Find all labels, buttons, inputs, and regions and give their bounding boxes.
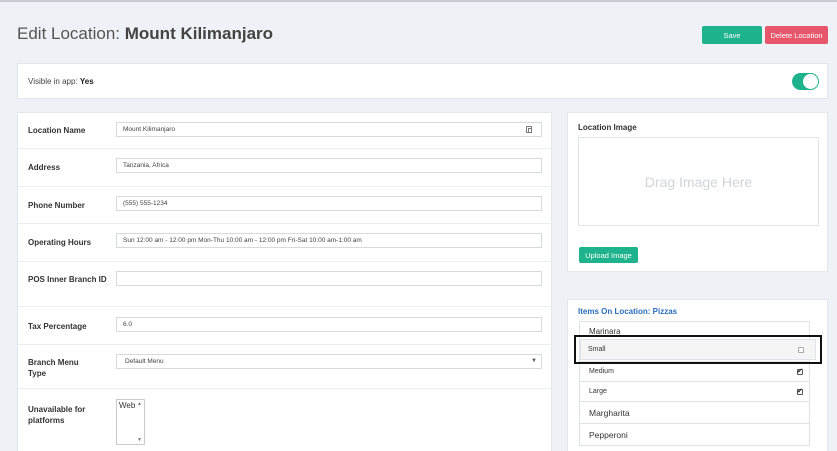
save-button[interactable]: Save	[702, 26, 762, 44]
location-image-panel: Location Image Drag Image Here Upload Im…	[567, 112, 828, 272]
item-label: Large	[589, 388, 607, 395]
item-row-small[interactable]: Small	[579, 342, 810, 362]
tax-percentage-input[interactable]: 6.0	[116, 317, 542, 332]
delete-location-button[interactable]: Delete Location	[765, 26, 828, 44]
form-row-phone: Phone Number (555) 555-1234	[18, 187, 553, 224]
platform-option-web[interactable]: Web	[119, 401, 135, 410]
item-row-pepperoni[interactable]: Pepperoni	[579, 424, 810, 446]
branch-menu-type-select[interactable]: Default Menu ▼	[116, 354, 542, 369]
items-on-location-panel: Items On Location: Pizzas Marinara Small…	[567, 299, 828, 451]
visibility-panel: Visible in app: Yes	[17, 63, 828, 99]
page-title: Edit Location: Mount Kilimanjaro	[17, 24, 273, 44]
location-name-label: Location Name	[28, 126, 86, 135]
form-row-unavailable-platforms: Unavailable for platforms Web ▲ ▼	[18, 389, 553, 451]
item-checkbox-medium[interactable]	[797, 367, 803, 375]
operating-hours-input[interactable]: Sun 12:00 am - 12:00 pm Mon-Thu 10:00 am…	[116, 233, 542, 248]
location-form-panel: Location Name Mount Kilimanjaro Address …	[17, 112, 553, 451]
location-image-title: Location Image	[578, 123, 637, 132]
upload-image-button[interactable]: Upload Image	[579, 247, 638, 263]
scroll-down-icon[interactable]: ▼	[137, 437, 142, 443]
form-row-tax: Tax Percentage 6.0	[18, 307, 553, 345]
tax-percentage-label: Tax Percentage	[28, 322, 87, 331]
page-title-location-name: Mount Kilimanjaro	[124, 24, 274, 43]
toggle-knob	[803, 74, 818, 89]
address-label: Address	[28, 163, 61, 172]
form-row-pos-id: POS Inner Branch ID	[18, 262, 553, 307]
item-row-large[interactable]: Large	[579, 382, 810, 402]
top-border	[0, 0, 837, 2]
phone-number-value: (555) 555-1234	[123, 200, 168, 207]
visible-in-app-text: Visible in app:	[28, 77, 80, 86]
branch-menu-type-value: Default Menu	[125, 358, 164, 365]
item-row-margharita[interactable]: Margharita	[579, 402, 810, 424]
image-dropzone[interactable]: Drag Image Here	[578, 137, 819, 226]
unavailable-platforms-multiselect[interactable]: Web ▲ ▼	[116, 399, 145, 445]
page-title-prefix: Edit Location:	[17, 24, 125, 43]
address-input[interactable]: Tanzania, Africa	[116, 158, 542, 173]
item-checkbox-large[interactable]	[797, 387, 803, 395]
visible-in-app-toggle[interactable]	[792, 73, 819, 90]
form-row-location-name: Location Name Mount Kilimanjaro	[18, 113, 553, 149]
unavailable-for-platforms-label: Unavailable for platforms	[28, 405, 86, 425]
item-row-medium[interactable]: Medium	[579, 362, 810, 382]
pos-inner-branch-id-input[interactable]	[116, 271, 542, 286]
visible-in-app-label: Visible in app: Yes	[28, 77, 94, 86]
item-label: Medium	[589, 368, 614, 375]
visible-in-app-value: Yes	[79, 77, 94, 86]
operating-hours-value: Sun 12:00 am - 12:00 pm Mon-Thu 10:00 am…	[123, 237, 362, 244]
tax-percentage-value: 6.0	[123, 321, 133, 328]
branch-menu-type-label: Branch Menu Type	[28, 358, 79, 378]
item-row-marinara[interactable]: Marinara	[579, 321, 810, 342]
item-label: Margharita	[589, 407, 630, 418]
form-row-operating-hours: Operating Hours Sun 12:00 am - 12:00 pm …	[18, 224, 553, 262]
address-value: Tanzania, Africa	[123, 162, 169, 169]
item-label: Marinara	[589, 327, 621, 336]
clipboard-icon[interactable]	[526, 126, 532, 133]
item-checkbox-small[interactable]	[797, 348, 803, 355]
form-row-address: Address Tanzania, Africa	[18, 149, 553, 187]
pos-inner-branch-id-label: POS Inner Branch ID	[28, 275, 107, 284]
form-row-branch-menu: Branch Menu Type Default Menu ▼	[18, 345, 553, 389]
operating-hours-label: Operating Hours	[28, 238, 92, 247]
phone-number-label: Phone Number	[28, 201, 85, 210]
dropdown-arrow-icon: ▼	[531, 358, 537, 364]
item-label: Pepperoni	[589, 429, 628, 440]
location-name-value: Mount Kilimanjaro	[123, 126, 176, 133]
item-label: Small	[589, 348, 607, 355]
scroll-up-icon[interactable]: ▲	[137, 401, 142, 407]
phone-number-input[interactable]: (555) 555-1234	[116, 196, 542, 211]
location-name-input[interactable]: Mount Kilimanjaro	[116, 122, 542, 137]
items-on-location-title: Items On Location: Pizzas	[578, 307, 678, 316]
